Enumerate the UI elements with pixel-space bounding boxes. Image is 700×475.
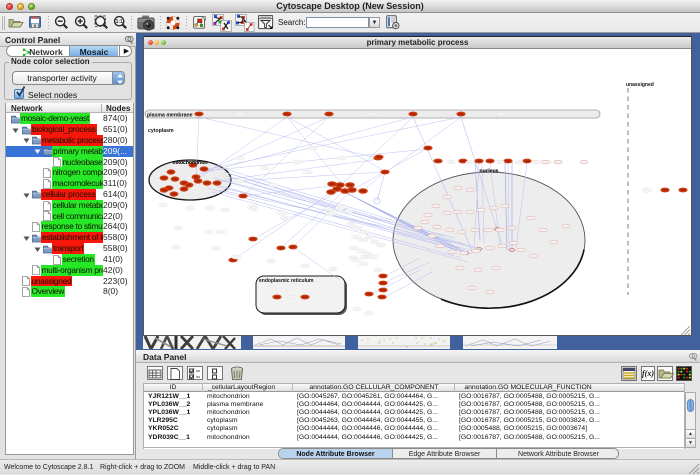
svg-text:mitochondrion: mitochondrion bbox=[173, 160, 208, 166]
svg-text:endoplasmic reticulum: endoplasmic reticulum bbox=[259, 278, 314, 284]
svg-text:unassigned: unassigned bbox=[626, 82, 654, 88]
svg-text:plasma membrane: plasma membrane bbox=[147, 113, 193, 119]
svg-text:nucleus: nucleus bbox=[480, 169, 499, 175]
svg-text:1:1: 1:1 bbox=[116, 19, 123, 25]
svg-text:cytoplasm: cytoplasm bbox=[148, 128, 174, 134]
